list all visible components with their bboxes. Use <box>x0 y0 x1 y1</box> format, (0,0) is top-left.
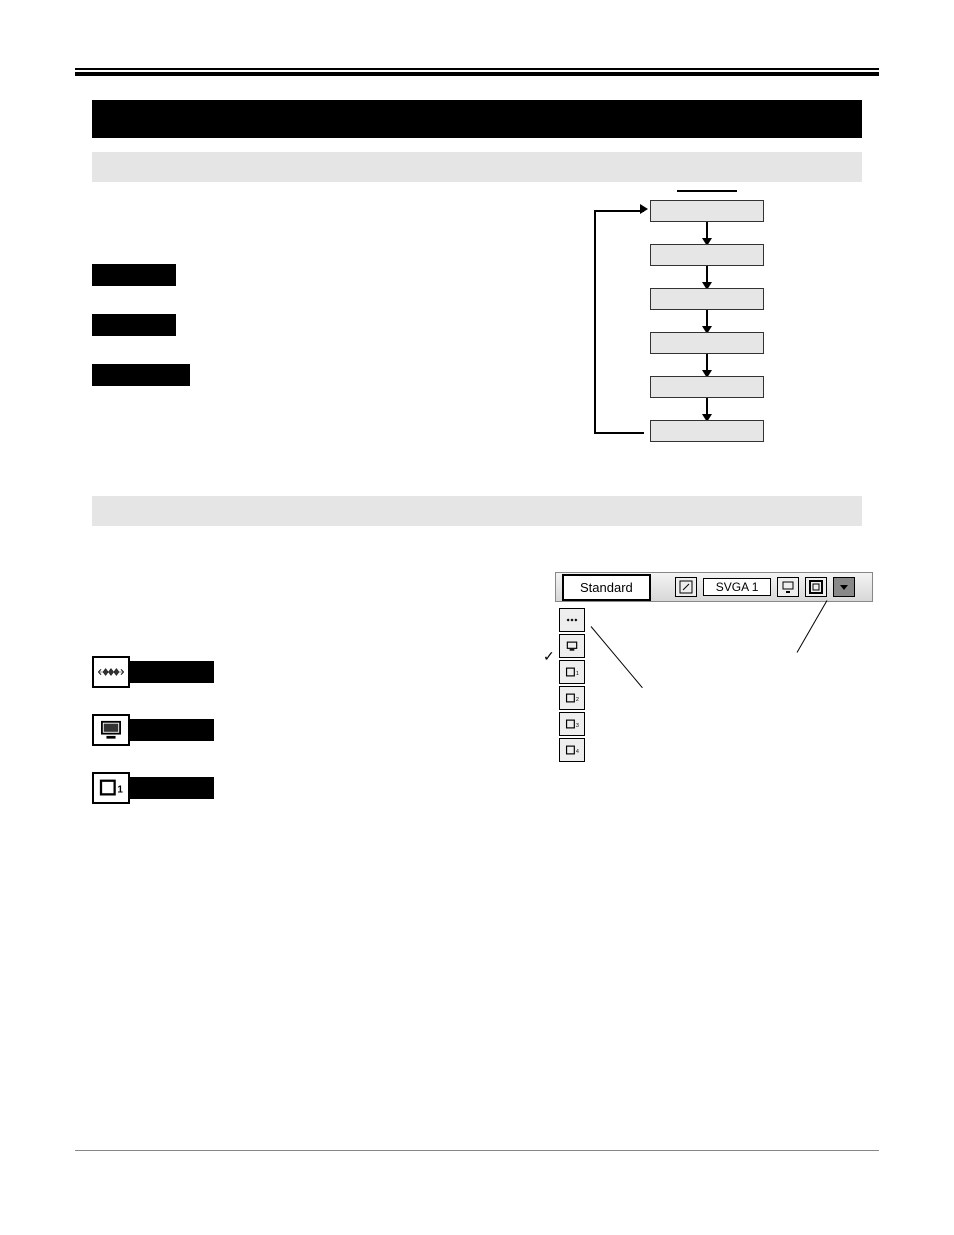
flow-step-1 <box>650 200 764 222</box>
header-rule-thin <box>75 68 879 70</box>
checkmark-icon: ✓ <box>543 648 555 665</box>
label-block-3 <box>92 364 190 386</box>
svg-text:1: 1 <box>117 785 123 796</box>
flowchart-entry-line <box>677 190 737 192</box>
icon-row-1 <box>92 656 214 688</box>
toolbar-row: Standard SVGA 1 <box>555 572 873 602</box>
vertical-toolbar: 1 2 3 4 <box>559 608 873 762</box>
vtool-square-3-icon[interactable]: 3 <box>559 712 585 736</box>
svg-text:3: 3 <box>576 723 579 729</box>
footer-rule <box>75 1150 879 1151</box>
subsection-bar-1 <box>92 152 862 182</box>
icon-row-2-label <box>130 719 214 741</box>
monitor-icon <box>92 714 130 746</box>
svg-text:1: 1 <box>576 671 579 677</box>
icon-row-3: 1 <box>92 772 214 804</box>
section-title-bar <box>92 100 862 138</box>
standard-button[interactable]: Standard <box>562 574 651 601</box>
svg-text:4: 4 <box>576 749 579 755</box>
flowchart <box>622 200 792 442</box>
vtool-square-4-icon[interactable]: 4 <box>559 738 585 762</box>
subsection-bar-2 <box>92 496 862 526</box>
svga-label[interactable]: SVGA 1 <box>703 578 772 596</box>
flow-step-2 <box>650 244 764 266</box>
icon-row-2 <box>92 714 214 746</box>
icon-row-1-label <box>130 661 214 683</box>
dropdown-small-icon[interactable] <box>833 577 855 597</box>
input-select-icon[interactable] <box>675 577 697 597</box>
vtool-square-1-icon[interactable]: 1 <box>559 660 585 684</box>
vtool-square-2-icon[interactable]: 2 <box>559 686 585 710</box>
vtool-diamond-chain-icon[interactable] <box>559 608 585 632</box>
square-1-icon: 1 <box>92 772 130 804</box>
flowchart-loop-top <box>594 210 644 212</box>
flowchart-loop-vertical <box>594 210 596 432</box>
label-block-2 <box>92 314 176 336</box>
flowchart-loop-arrowhead <box>640 204 648 214</box>
header-rule-thick <box>75 72 879 76</box>
svg-text:2: 2 <box>576 697 579 703</box>
diamond-chain-icon <box>92 656 130 688</box>
flow-step-4 <box>650 332 764 354</box>
square-small-icon[interactable] <box>805 577 827 597</box>
flow-step-3 <box>650 288 764 310</box>
icon-row-3-label <box>130 777 214 799</box>
flow-step-6 <box>650 420 764 442</box>
flow-step-5 <box>650 376 764 398</box>
label-block-1 <box>92 264 176 286</box>
monitor-small-icon[interactable] <box>777 577 799 597</box>
flowchart-loop-bottom <box>594 432 644 434</box>
toolbar-screenshot: Standard SVGA 1 1 <box>555 572 873 766</box>
vtool-monitor-icon[interactable] <box>559 634 585 658</box>
